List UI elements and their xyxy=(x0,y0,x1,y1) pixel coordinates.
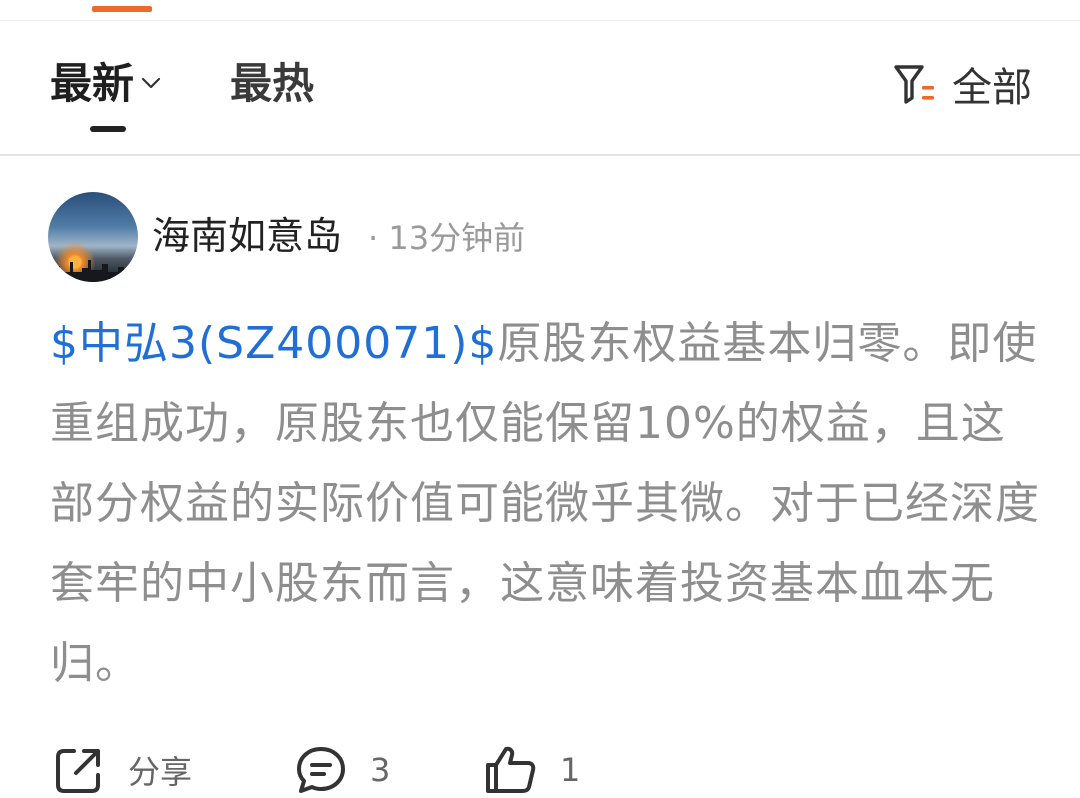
avatar[interactable] xyxy=(48,192,138,282)
comment-icon xyxy=(297,747,345,793)
filter-icon xyxy=(894,65,934,104)
share-icon xyxy=(56,749,100,793)
stock-tag-link[interactable]: $中弘3(SZ400071)$ xyxy=(50,318,497,369)
author-name[interactable]: 海南如意岛 xyxy=(152,212,342,260)
action-bar: 分享 3 1 xyxy=(0,742,1080,798)
post-time: · 13分钟前 xyxy=(368,216,525,260)
tab-hot-label: 最热 xyxy=(230,59,315,108)
sort-tabbar: 最新 最热 全部 xyxy=(0,21,1080,154)
active-tab-underline xyxy=(90,126,126,132)
chevron-down-icon xyxy=(141,77,161,89)
post-time-label: 13分钟前 xyxy=(388,219,526,257)
comment-count: 3 xyxy=(370,751,391,789)
filter-button[interactable]: 全部 xyxy=(892,59,1032,111)
avatar-skyline xyxy=(48,260,138,282)
tab-latest[interactable]: 最新 xyxy=(50,59,162,109)
post-content[interactable]: $中弘3(SZ400071)$原股东权益基本归零。即使重组成功，原股东也仅能保留… xyxy=(50,304,1040,704)
filter-label: 全部 xyxy=(952,65,1032,111)
post-card[interactable]: 海南如意岛 · 13分钟前 $中弘3(SZ400071)$原股东权益基本归零。即… xyxy=(0,156,1080,798)
meta-separator: · xyxy=(368,219,379,257)
top-tab-indicator xyxy=(92,6,152,12)
like-icon xyxy=(486,746,536,793)
tab-hot[interactable]: 最热 xyxy=(230,59,314,109)
share-label: 分享 xyxy=(128,753,193,791)
post-body-text: 原股东权益基本归零。即使重组成功，原股东也仅能保留10%的权益，且这部分权益的实… xyxy=(50,318,1040,689)
share-button[interactable]: 分享 xyxy=(52,742,192,798)
tab-latest-label: 最新 xyxy=(50,59,135,108)
comment-button[interactable]: 3 xyxy=(294,742,390,798)
like-count: 1 xyxy=(560,751,581,789)
like-button[interactable]: 1 xyxy=(484,742,580,798)
